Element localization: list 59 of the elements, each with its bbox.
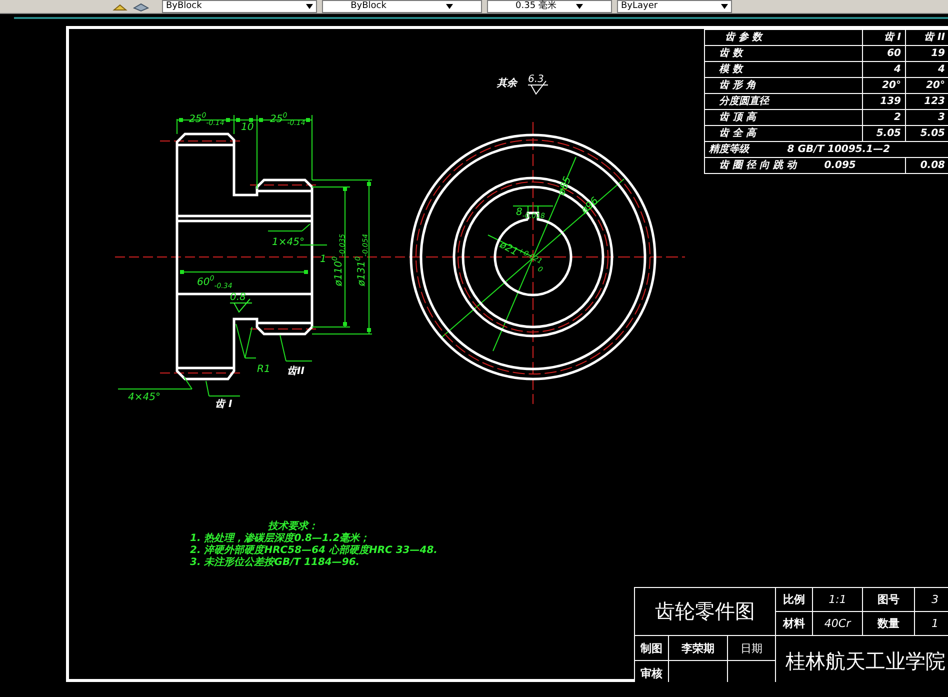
column-header: 齿 I — [863, 30, 905, 45]
table-cell: 分度圆直径 — [705, 94, 862, 109]
gear-label: 齿II — [287, 366, 304, 377]
table-cell: 20° — [906, 78, 948, 93]
requirement-item: 1. 热处理，渗碳层深度0.8—1.2毫米； — [190, 533, 371, 544]
table-cell: 5.05 — [863, 126, 905, 141]
layer-icon[interactable] — [112, 2, 128, 12]
gear-label: 齿 I — [215, 399, 232, 410]
caret-icon[interactable] — [306, 4, 313, 9]
table-cell: 制图 — [635, 636, 668, 660]
dimension-label: ø85 — [556, 175, 574, 197]
table-cell: 123 — [906, 94, 948, 109]
caret-icon[interactable] — [576, 4, 584, 9]
dimension-label: 1 — [320, 254, 326, 265]
roughness-note-text: 其余 — [497, 78, 517, 89]
dimension-label: 1×45° — [272, 237, 304, 248]
dropdown[interactable]: ByLayer — [617, 0, 732, 13]
table-cell: 4 — [906, 62, 948, 77]
table-cell: 0.08 — [906, 158, 948, 173]
table-cell: 1 — [915, 612, 948, 635]
caret-icon[interactable] — [446, 4, 454, 9]
table-cell: 3 — [915, 588, 948, 611]
table-cell: 李荣期 — [669, 636, 727, 660]
dropdown[interactable]: 0.35 毫米 — [487, 0, 612, 13]
table-cell: 3 — [906, 110, 948, 125]
table-cell: 精度等级 8 GB/T 10095.1—2 — [705, 142, 948, 157]
table-cell: 40Cr — [813, 612, 862, 635]
layers-icon[interactable] — [133, 2, 149, 12]
table-cell: 60 — [863, 46, 905, 61]
table-cell: 齿 数 — [705, 46, 862, 61]
column-header: 齿 II — [906, 30, 948, 45]
dimension-label: 4×45° — [128, 392, 160, 403]
table-cell: 齿 顶 高 — [705, 110, 862, 125]
table-cell: 材料 — [776, 612, 812, 635]
caret-icon[interactable] — [721, 4, 728, 9]
dimension-label: 10 — [241, 122, 254, 133]
table-cell: 齿 形 角 — [705, 78, 862, 93]
table-cell: 齿 全 高 — [705, 126, 862, 141]
table-cell: 图号 — [863, 588, 914, 611]
dropdown[interactable]: ByBlock — [322, 0, 482, 13]
drawing-title: 齿轮零件图 — [635, 588, 775, 635]
requirement-item: 2. 淬硬外部硬度HRC58—64 心部硬度HRC 33—48. — [190, 545, 438, 556]
table-cell: 19 — [906, 46, 948, 61]
table-cell: 数量 — [863, 612, 914, 635]
dimension-label: R1 — [257, 364, 270, 375]
table-cell: 齿 圈 径 向 跳 动 0.095 — [705, 158, 905, 173]
table-cell: 模 数 — [705, 62, 862, 77]
table-cell: 日期 — [728, 636, 775, 660]
table-cell: 2 — [863, 110, 905, 125]
requirement-item: 3. 未注形位公差按GB/T 1184—96. — [190, 557, 361, 569]
table-cell: 139 — [863, 94, 905, 109]
column-header: 齿 参 数 — [705, 30, 862, 45]
table-cell: 20° — [863, 78, 905, 93]
requirements-title: 技术要求： — [267, 521, 319, 532]
table-cell: 比例 — [776, 588, 812, 611]
table-cell: 4 — [863, 62, 905, 77]
table-cell: 5.05 — [906, 126, 948, 141]
table-cell: 1:1 — [813, 588, 862, 611]
dropdown[interactable]: ByBlock — [162, 0, 317, 13]
